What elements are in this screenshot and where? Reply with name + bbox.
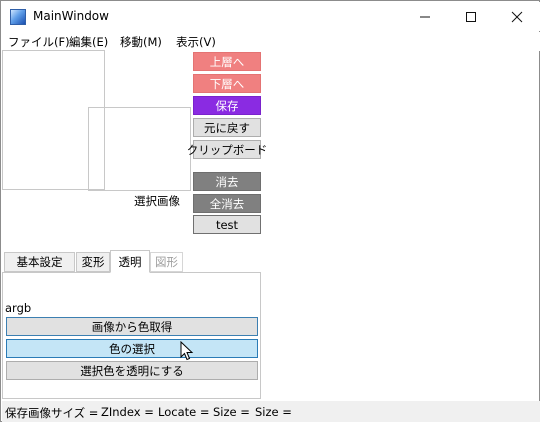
minimize-icon — [420, 16, 430, 18]
maximize-icon — [466, 12, 476, 22]
pick-color-from-image-button[interactable]: 画像から色取得 — [6, 317, 258, 336]
menu-edit[interactable]: 編集(E) — [69, 34, 108, 50]
window-title: MainWindow — [33, 9, 109, 23]
status-save-image-size: 保存画像サイズ = — [5, 406, 99, 420]
minimize-button[interactable] — [402, 3, 448, 31]
tab-transform[interactable]: 変形 — [76, 252, 110, 272]
image-frame-2[interactable] — [88, 107, 191, 191]
argb-text: argb — [5, 301, 32, 315]
status-locate: Locate = — [158, 405, 210, 419]
send-backward-button[interactable]: 下層へ — [193, 74, 261, 93]
status-size-1: Size = — [213, 405, 250, 419]
tab-transparency[interactable]: 透明 — [110, 250, 150, 273]
menu-file[interactable]: ファイル(F) — [8, 34, 70, 50]
test-button[interactable]: test — [193, 215, 261, 234]
make-transparent-button[interactable]: 選択色を透明にする — [6, 361, 258, 380]
status-size-2: Size = — [255, 405, 292, 419]
maximize-button[interactable] — [448, 3, 494, 31]
bring-forward-button[interactable]: 上層へ — [193, 52, 261, 71]
menu-bar: ファイル(F) 編集(E) 移動(M) 表示(V) — [2, 32, 540, 51]
mouse-cursor-icon — [180, 341, 194, 361]
title-bar[interactable]: MainWindow — [2, 2, 540, 31]
status-bar: 保存画像サイズ = ZIndex = Locate = Size = Size … — [2, 401, 540, 422]
menu-move[interactable]: 移動(M) — [120, 34, 162, 50]
close-button[interactable] — [494, 3, 540, 31]
status-zindex: ZIndex = — [101, 405, 154, 419]
app-icon — [10, 9, 26, 25]
tab-basic-settings[interactable]: 基本設定 — [4, 252, 75, 272]
delete-all-button[interactable]: 全消去 — [193, 194, 261, 213]
clipboard-button[interactable]: クリップボード — [187, 140, 267, 159]
menu-view[interactable]: 表示(V) — [176, 34, 216, 50]
undo-button[interactable]: 元に戻す — [193, 118, 261, 137]
main-window: MainWindow ファイル(F) 編集(E) 移動(M) 表示(V) 選択画… — [0, 0, 540, 422]
selected-image-label: 選択画像 — [134, 194, 180, 208]
save-button[interactable]: 保存 — [193, 96, 261, 115]
delete-button[interactable]: 消去 — [193, 172, 261, 191]
close-icon — [511, 11, 523, 23]
select-color-button[interactable]: 色の選択 — [6, 339, 258, 358]
tab-shapes: 図形 — [150, 252, 183, 272]
